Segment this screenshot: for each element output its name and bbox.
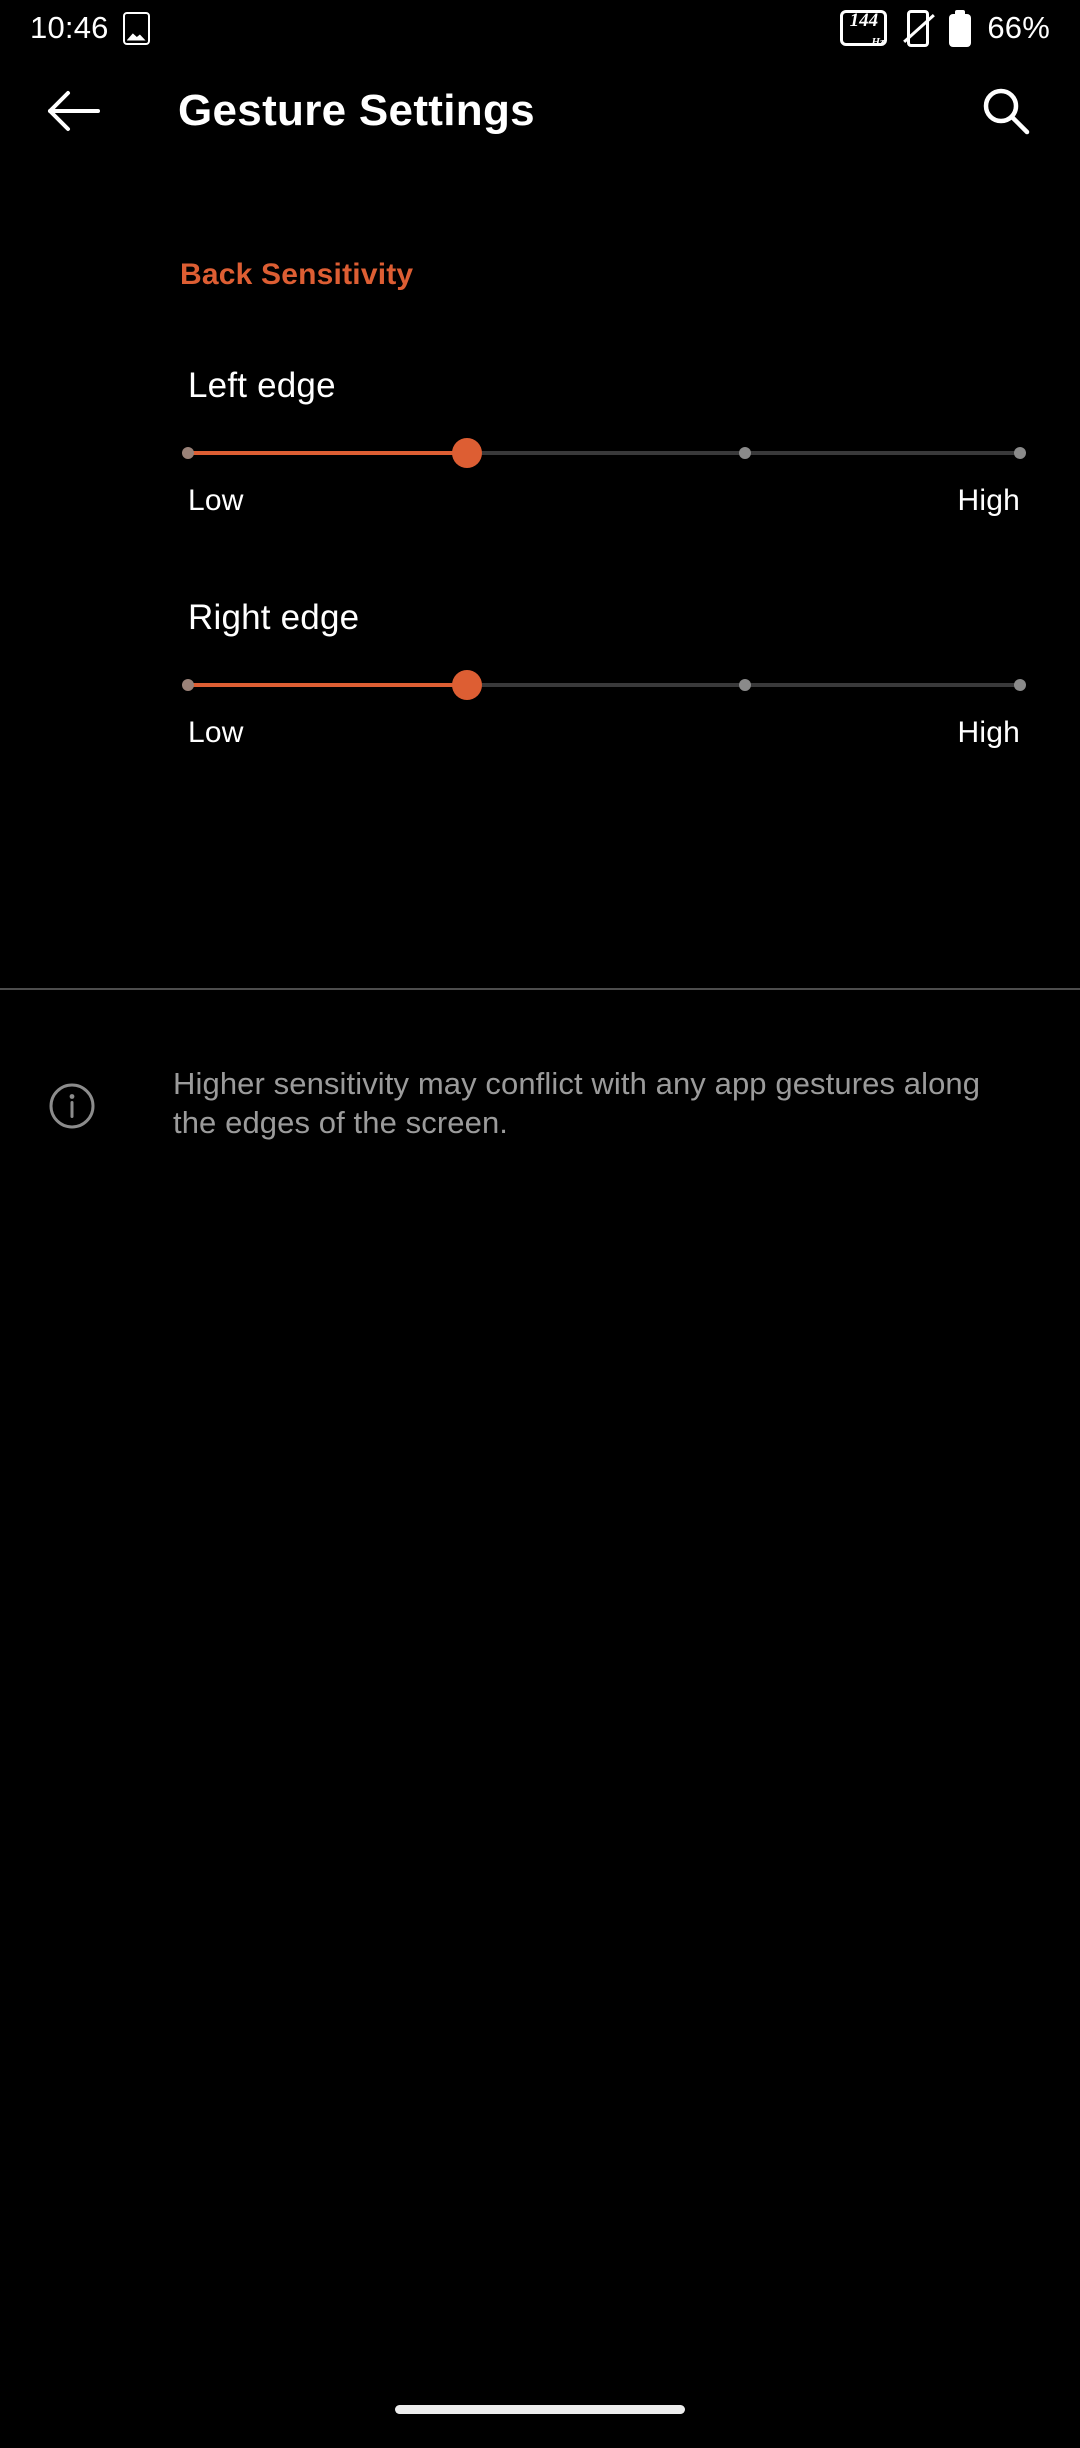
back-button[interactable] (38, 75, 110, 147)
slider-track-active (188, 451, 467, 455)
status-clock: 10:46 (30, 10, 109, 45)
back-arrow-icon (48, 91, 100, 131)
slider-low-label: Low (188, 716, 244, 749)
status-bar-left: 10:46 (30, 10, 150, 46)
home-gesture-pill[interactable] (395, 2405, 685, 2414)
screenshot-icon (122, 11, 150, 45)
slider-tick-3[interactable] (1014, 679, 1026, 691)
section-header-back-sensitivity: Back Sensitivity (180, 258, 414, 291)
battery-percent: 66% (987, 10, 1050, 45)
slider-high-label: High (957, 716, 1020, 749)
status-bar: 10:46 144 Hz 66% (0, 0, 1080, 56)
refresh-rate-unit: Hz (871, 36, 885, 48)
slider-low-label: Low (188, 484, 244, 517)
slider-tick-2[interactable] (739, 447, 752, 459)
slider-high-label: High (957, 484, 1020, 517)
status-bar-right: 144 Hz 66% (840, 9, 1050, 48)
refresh-rate-icon: 144 Hz (840, 10, 888, 48)
slider-tick-0[interactable] (182, 679, 194, 691)
app-toolbar: Gesture Settings (0, 56, 1080, 166)
slider-label-right-edge: Right edge (188, 598, 360, 637)
slider-tick-3[interactable] (1014, 447, 1026, 459)
slider-left-edge[interactable] (182, 436, 1026, 470)
slider-label-left-edge: Left edge (188, 366, 336, 405)
search-button[interactable] (970, 75, 1042, 147)
slider-track-active (188, 683, 467, 687)
section-divider (0, 988, 1080, 990)
slider-tick-2[interactable] (739, 679, 752, 691)
slider-tick-0[interactable] (182, 447, 194, 459)
slider-thumb-right-edge[interactable] (451, 670, 482, 700)
battery-icon (949, 9, 972, 47)
slider-right-edge[interactable] (182, 668, 1026, 702)
slider-endpoints-right-edge: Low High (188, 716, 1020, 750)
refresh-rate-value: 144 (849, 10, 879, 31)
info-text: Higher sensitivity may conflict with any… (173, 1066, 981, 1140)
search-icon (983, 88, 1030, 135)
page-title: Gesture Settings (178, 86, 535, 135)
slider-endpoints-left-edge: Low High (188, 484, 1020, 518)
slider-thumb-left-edge[interactable] (451, 438, 482, 468)
vibrate-off-icon (903, 9, 936, 47)
info-circle-icon (48, 1082, 96, 1130)
